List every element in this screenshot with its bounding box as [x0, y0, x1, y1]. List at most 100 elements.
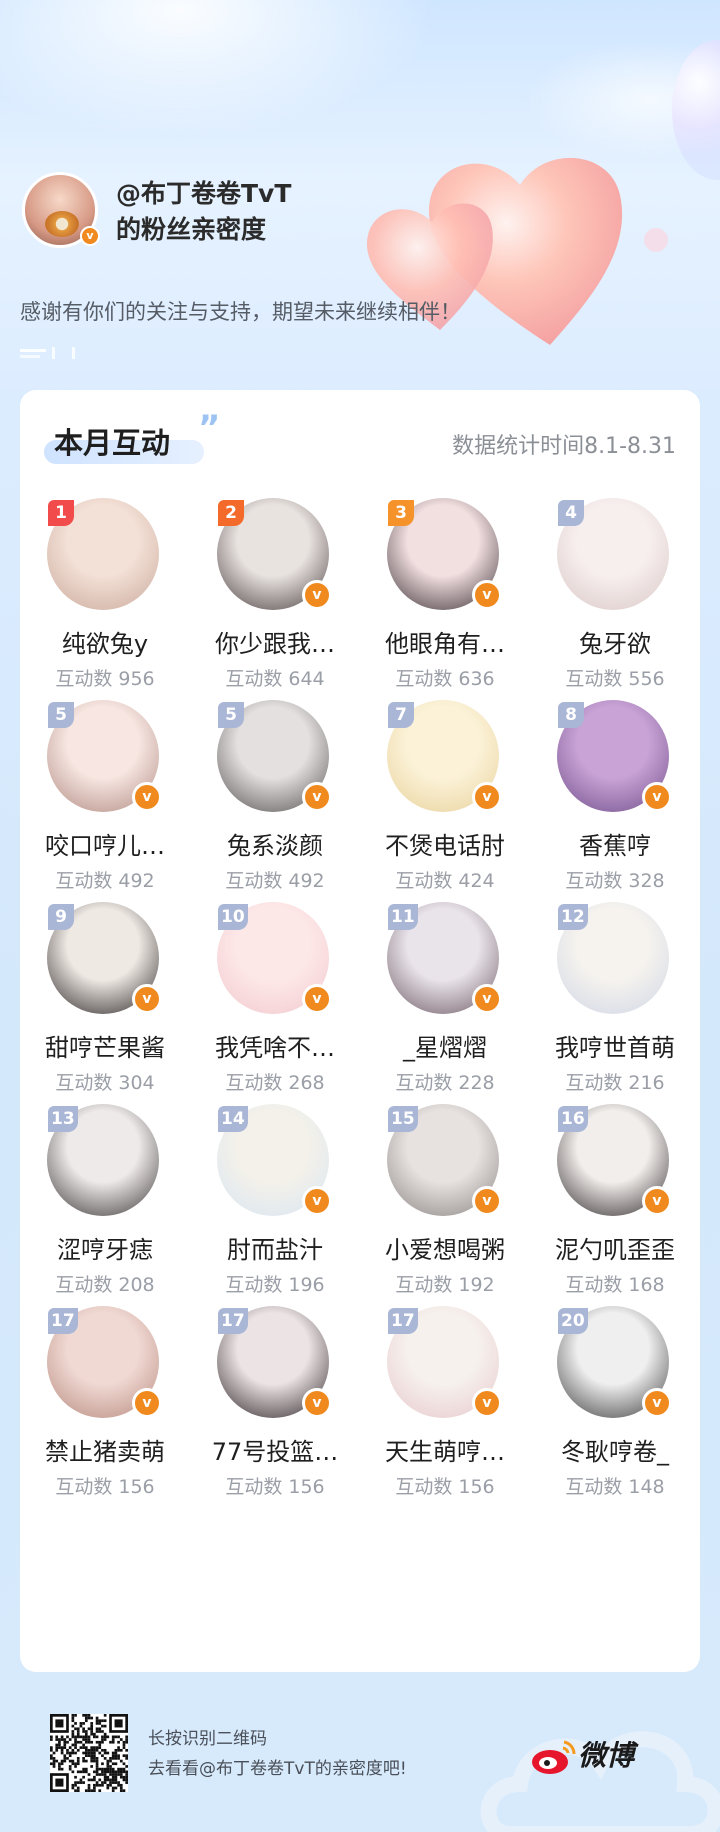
fan-name[interactable]: 咬口哼儿… — [20, 826, 190, 861]
weibo-logo-icon[interactable] — [530, 1736, 578, 1776]
fan-item[interactable]: 2 v 你少跟我… 互动数 644 — [190, 498, 360, 734]
fan-item[interactable]: 8 v 香蕉哼互动数 328 — [530, 700, 700, 936]
rank-badge: 7 — [388, 702, 414, 728]
fan-item[interactable]: 5 v 咬口哼儿… 互动数 492 — [20, 700, 190, 936]
fan-item[interactable]: 4 兔牙欲 互动数 556 — [530, 498, 700, 734]
fan-item[interactable]: 9 v 甜哼芒果酱 互动数 304 — [20, 902, 190, 1138]
interaction-count: 互动数 424 — [395, 870, 495, 892]
page-subtitle: 的粉丝亲密度 — [116, 215, 267, 244]
hearts-illustration — [366, 157, 668, 345]
verified-icon: v — [472, 580, 502, 610]
fan-name[interactable]: _星熠熠 — [360, 1028, 530, 1063]
interaction-count: 互动数 148 — [565, 1476, 665, 1498]
fan-name[interactable]: 冬耿哼卷_ — [530, 1432, 700, 1467]
rank-badge: 15 — [388, 1106, 418, 1132]
fan-name[interactable]: 甜哼芒果酱 — [20, 1028, 190, 1063]
verified-icon: v — [302, 984, 332, 1014]
fan-item[interactable]: 5 v 兔系淡颜 互动数 492 — [190, 700, 360, 936]
donut-icon — [45, 211, 79, 237]
fan-item[interactable]: 15 v 小爱想喝粥互动数 192 — [360, 1104, 530, 1340]
interaction-count: 互动数 636 — [395, 668, 495, 690]
interaction-count: 互动数 156 — [225, 1476, 325, 1498]
fan-name[interactable]: 涩哼牙痣 — [20, 1230, 190, 1265]
fan-item[interactable]: 20 v 冬耿哼卷_ 互动数 148 — [530, 1306, 700, 1542]
fan-item[interactable]: 10 v 我凭啥不… 互动数 268 — [190, 902, 360, 1138]
rank-badge: 5 — [48, 702, 74, 728]
fan-name[interactable]: 小爱想喝粥 — [360, 1230, 530, 1265]
qr-invite: 去看看@布丁卷卷TvT的亲密度吧! — [148, 1759, 407, 1779]
fan-item[interactable]: 17 v 禁止猪卖萌 互动数 156 — [20, 1306, 190, 1542]
rank-badge: 4 — [558, 500, 584, 526]
interaction-count: 互动数 328 — [565, 870, 665, 892]
fan-name[interactable]: 天生萌哼… — [360, 1432, 530, 1467]
interaction-count: 互动数 492 — [225, 870, 325, 892]
interaction-count: 互动数 228 — [395, 1072, 495, 1094]
verified-icon: v — [472, 1186, 502, 1216]
fan-item[interactable]: 1 纯欲兔y 互动数 956 — [20, 498, 190, 734]
qr-hint: 长按识别二维码 — [148, 1729, 267, 1749]
rank-badge: 17 — [218, 1308, 248, 1334]
fan-name[interactable]: 我哼世首萌 — [530, 1028, 700, 1063]
footer-text: 长按识别二维码 去看看@布丁卷卷TvT的亲密度吧! — [148, 1724, 407, 1784]
fan-name[interactable]: 兔牙欲 — [530, 624, 700, 659]
rank-badge: 17 — [388, 1308, 418, 1334]
host-name: @布丁卷卷TvT — [116, 179, 292, 208]
verified-icon: v — [80, 226, 100, 246]
interaction-count: 互动数 208 — [55, 1274, 155, 1296]
fan-item[interactable]: 12 我哼世首萌互动数 216 — [530, 902, 700, 1138]
interaction-count: 互动数 492 — [55, 870, 155, 892]
rank-badge: 20 — [558, 1308, 588, 1334]
interaction-count: 互动数 304 — [55, 1072, 155, 1094]
rank-badge: 17 — [48, 1308, 78, 1334]
interaction-count: 互动数 956 — [55, 668, 155, 690]
rank-badge: 14 — [218, 1106, 248, 1132]
thanks-message: 感谢有你们的关注与支持，期望未来继续相伴！ — [20, 300, 461, 324]
verified-icon: v — [132, 1388, 162, 1418]
fan-item[interactable]: 17 v 天生萌哼… 互动数 156 — [360, 1306, 530, 1542]
fan-item[interactable]: 14 v 肘而盐汁 互动数 196 — [190, 1104, 360, 1340]
rank-badge: 2 — [218, 500, 244, 526]
interaction-count: 互动数 268 — [225, 1072, 325, 1094]
interaction-card: 本月互动 ” 数据统计时间8.1-8.31 1 纯欲兔y 互动数 956 2 v 你少跟我… — [20, 390, 700, 1672]
fan-item[interactable]: 3 v 他眼角有… 互动数 636 — [360, 498, 530, 734]
rank-badge: 9 — [48, 904, 74, 930]
rank-badge: 16 — [558, 1106, 588, 1132]
quote-icon: ” — [198, 408, 221, 448]
rank-badge: 11 — [388, 904, 418, 930]
fan-name[interactable]: 纯欲兔y — [20, 624, 190, 659]
verified-icon: v — [302, 580, 332, 610]
verified-icon: v — [472, 984, 502, 1014]
rank-badge: 10 — [218, 904, 248, 930]
dash-decoration — [20, 347, 75, 359]
rank-badge: 12 — [558, 904, 588, 930]
fan-item[interactable]: 16 v 泥勺叽歪歪 互动数 168 — [530, 1104, 700, 1340]
fan-name[interactable]: 兔系淡颜 — [190, 826, 360, 861]
fan-name[interactable]: 他眼角有… — [360, 624, 530, 659]
rank-badge: 8 — [558, 702, 584, 728]
fan-item[interactable]: 17 v 77号投篮… 互动数 156 — [190, 1306, 360, 1542]
fan-item[interactable]: 13 涩哼牙痣 互动数 208 — [20, 1104, 190, 1340]
fan-name[interactable]: 不煲电话肘 — [360, 826, 530, 861]
hero-banner — [0, 0, 720, 390]
interaction-count: 互动数 216 — [565, 1072, 665, 1094]
fan-name[interactable]: 香蕉哼 — [530, 826, 700, 861]
fan-item[interactable]: 7 v 不煲电话肘 互动数 424 — [360, 700, 530, 936]
fan-name[interactable]: 你少跟我… — [190, 624, 360, 659]
weibo-brand: 微博 — [578, 1739, 635, 1772]
interaction-count: 互动数 644 — [225, 668, 325, 690]
interaction-count: 互动数 192 — [395, 1274, 495, 1296]
verified-icon: v — [642, 782, 672, 812]
fan-name[interactable]: 泥勺叽歪歪 — [530, 1230, 700, 1265]
verified-icon: v — [302, 782, 332, 812]
verified-icon: v — [642, 1388, 672, 1418]
interaction-count: 互动数 156 — [395, 1476, 495, 1498]
rank-badge: 1 — [48, 500, 74, 526]
verified-icon: v — [472, 1388, 502, 1418]
fan-name[interactable]: 肘而盐汁 — [190, 1230, 360, 1265]
qr-code[interactable] — [50, 1714, 128, 1792]
fan-item[interactable]: 11 v _星熠熠互动数 228 — [360, 902, 530, 1138]
verified-icon: v — [302, 1186, 332, 1216]
fan-name[interactable]: 77号投篮… — [190, 1432, 360, 1467]
fan-name[interactable]: 我凭啥不… — [190, 1028, 360, 1063]
fan-name[interactable]: 禁止猪卖萌 — [20, 1432, 190, 1467]
